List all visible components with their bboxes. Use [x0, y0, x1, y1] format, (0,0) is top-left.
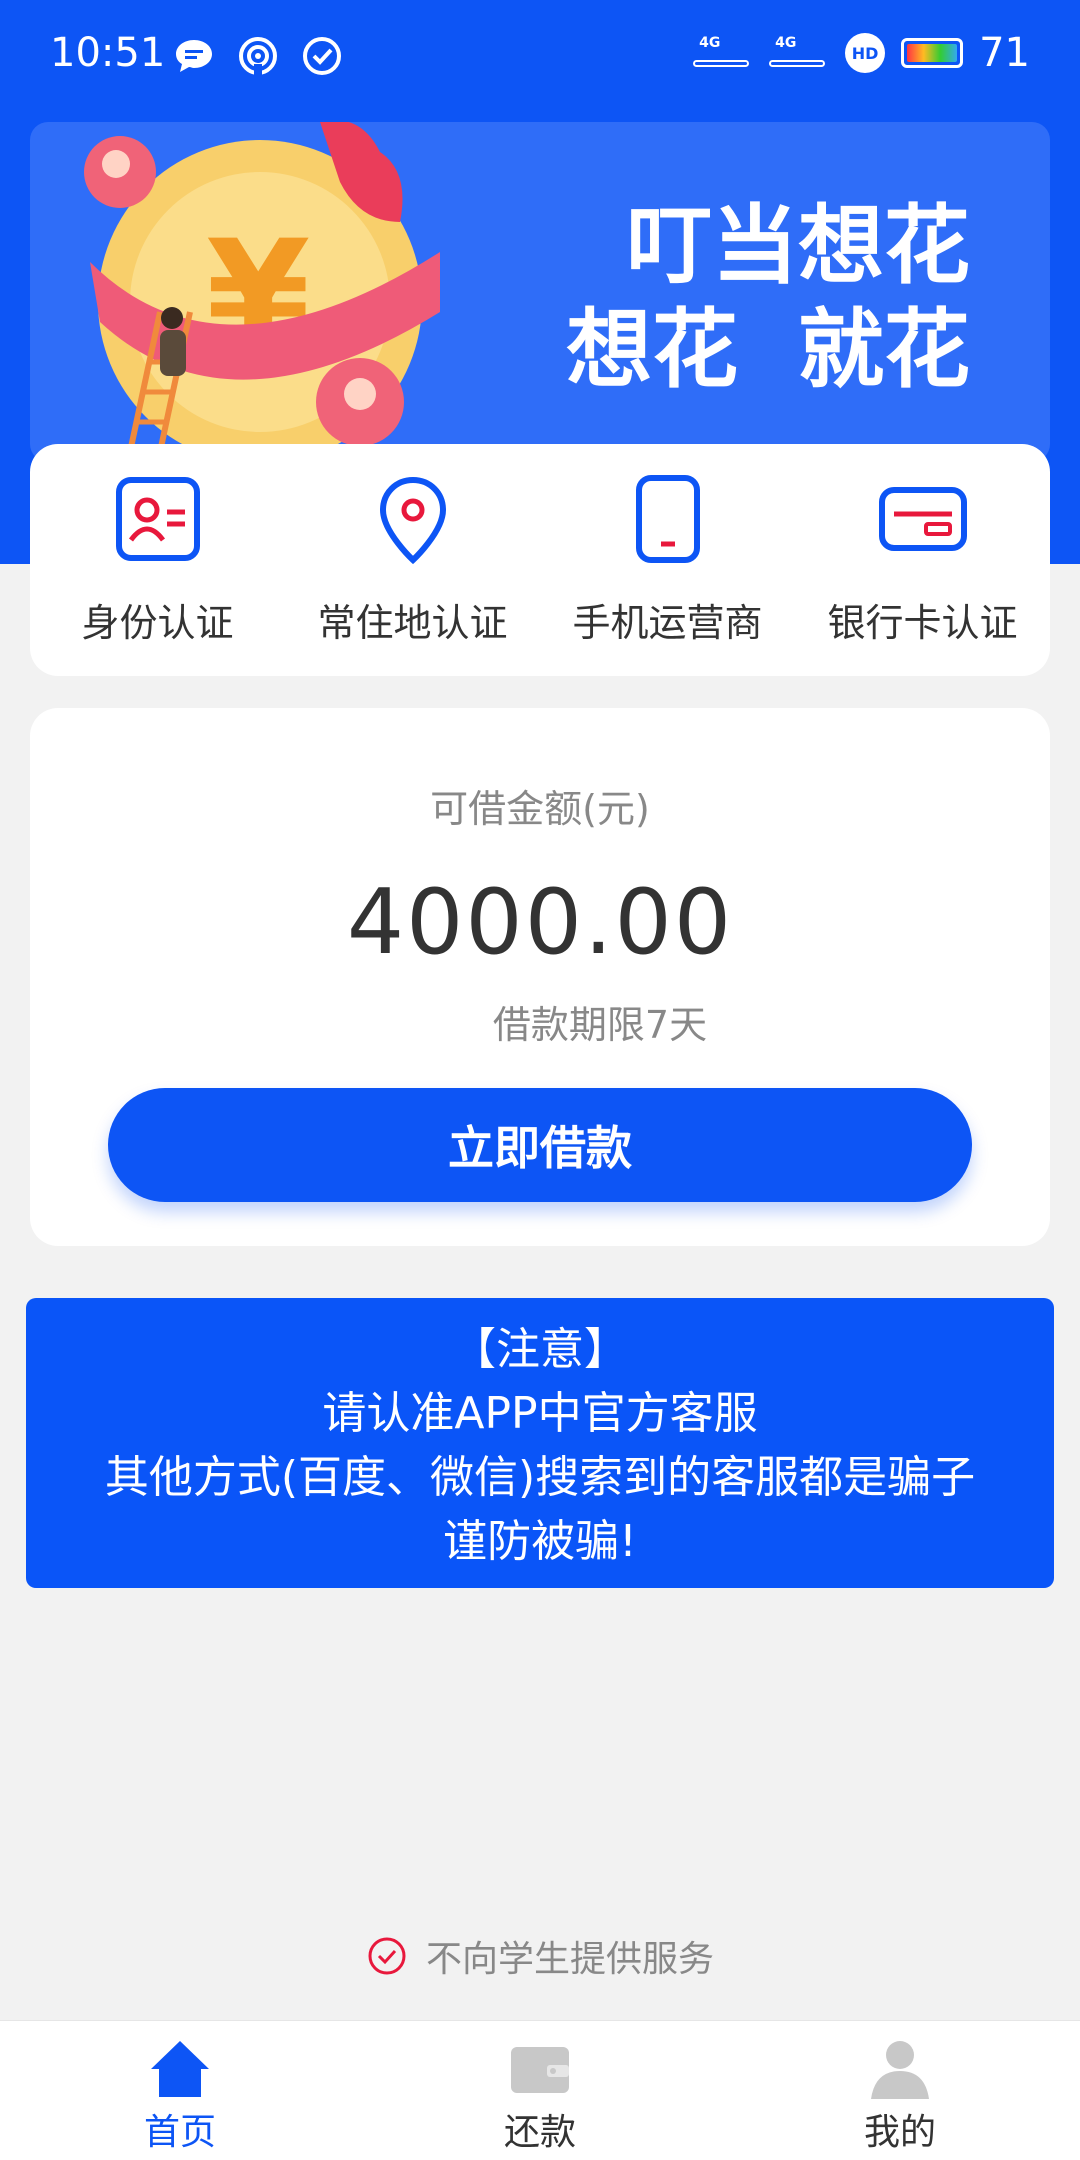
borrow-now-button[interactable]: 立即借款	[108, 1088, 972, 1202]
signal-4g-icon: 4G	[693, 31, 753, 75]
battery-level: 71	[979, 30, 1030, 76]
user-icon	[871, 2041, 929, 2099]
promo-banner[interactable]: ¥ 叮当想花 想花 就花	[30, 122, 1050, 462]
bank-card-icon	[878, 487, 967, 551]
id-card-icon	[115, 477, 200, 561]
status-system-icons: 4G 4G HD 71	[693, 30, 1030, 76]
location-pin-icon	[379, 476, 446, 564]
status-time: 10:51	[50, 30, 166, 76]
status-notification-icons	[172, 34, 344, 78]
tab-repayment[interactable]: 还款	[360, 2021, 720, 2160]
loan-card: 可借金额(元) 4000.00 借款期限7天 立即借款	[30, 708, 1050, 1246]
tab-mine[interactable]: 我的	[720, 2021, 1080, 2160]
cert-item-carrier[interactable]: 手机运营商	[540, 444, 795, 676]
notice-banner: 【注意】 请认准APP中官方客服 其他方式(百度、微信)搜索到的客服都是骗子 谨…	[26, 1298, 1054, 1588]
status-bar: 10:51 4G 4G HD 71	[0, 0, 1080, 114]
slogan-line-1: 叮当想花	[626, 196, 970, 296]
slogan-line-2: 想花 就花	[566, 300, 970, 400]
check-circle-icon	[368, 1937, 406, 1975]
loan-amount: 4000.00	[346, 870, 734, 975]
student-notice-text: 不向学生提供服务	[425, 1939, 714, 1980]
home-icon	[151, 2041, 209, 2097]
cert-item-bank-card[interactable]: 银行卡认证	[795, 444, 1050, 676]
tab-home[interactable]: 首页	[0, 2021, 360, 2160]
signal-4g-icon-2: 4G	[769, 31, 829, 75]
notice-line-2: 其他方式(百度、微信)搜索到的客服都是骗子	[104, 1452, 976, 1503]
certification-card: 身份认证 常住地认证 手机运营商 银行卡认证	[30, 444, 1050, 676]
notice-line-3: 谨防被骗!	[443, 1516, 637, 1567]
notice-line-1: 请认准APP中官方客服	[322, 1388, 758, 1439]
hd-voice-icon: HD	[845, 33, 886, 73]
message-icon	[176, 40, 212, 72]
cert-label: 常住地认证	[317, 601, 508, 645]
tab-label: 我的	[863, 2112, 936, 2153]
mobile-phone-icon	[635, 475, 700, 563]
loan-amount-label: 可借金额(元)	[430, 787, 650, 831]
cert-item-residence[interactable]: 常住地认证	[285, 444, 540, 676]
cert-label: 银行卡认证	[827, 601, 1018, 645]
battery-icon	[901, 38, 964, 68]
cert-label: 身份认证	[81, 601, 234, 645]
cert-item-identity[interactable]: 身份认证	[30, 444, 285, 676]
student-notice: 不向学生提供服务	[0, 1930, 1080, 1982]
notice-title: 【注意】	[452, 1324, 628, 1375]
tab-label: 首页	[143, 2112, 216, 2153]
gold-coin-illustration: ¥	[84, 122, 440, 462]
tab-label: 还款	[503, 2112, 576, 2153]
banner-slogan: 叮当想花 想花 就花	[566, 194, 970, 402]
hotspot-icon	[239, 37, 277, 76]
wallet-icon	[511, 2047, 569, 2093]
loan-term: 借款期限7天	[492, 1003, 708, 1047]
cert-label: 手机运营商	[572, 601, 763, 645]
bottom-tab-bar: 首页 还款 我的	[0, 2020, 1080, 2160]
check-circle-icon	[303, 37, 341, 75]
